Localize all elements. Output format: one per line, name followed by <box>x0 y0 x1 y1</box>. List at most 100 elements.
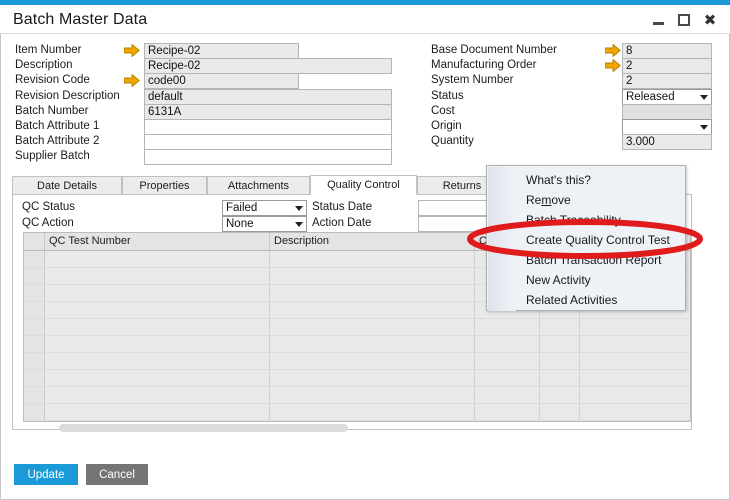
grid-column-header[interactable]: Description <box>270 233 475 250</box>
link-arrow-icon[interactable] <box>605 44 621 57</box>
field-input[interactable]: Recipe-02 <box>144 58 392 75</box>
field-input[interactable] <box>144 134 392 151</box>
field-input[interactable]: 8 <box>622 43 712 59</box>
context-menu-item[interactable]: Create Quality Control Test <box>516 230 686 250</box>
table-cell[interactable] <box>45 404 270 420</box>
table-cell[interactable] <box>45 285 270 301</box>
field-input[interactable] <box>144 119 392 135</box>
field-input[interactable]: 2 <box>622 73 712 90</box>
maximize-button[interactable] <box>672 9 696 31</box>
table-cell[interactable] <box>45 336 270 352</box>
row-selector[interactable] <box>24 319 45 335</box>
field-input[interactable]: 6131A <box>144 103 392 120</box>
link-arrow-icon[interactable] <box>124 74 140 88</box>
table-row[interactable] <box>24 387 690 404</box>
qc-status-select[interactable]: Failed <box>222 200 307 216</box>
table-cell[interactable] <box>45 370 270 386</box>
qc-action-value: None <box>226 218 254 230</box>
tab-date-details[interactable]: Date Details <box>12 176 122 195</box>
context-menu-item[interactable]: What's this? <box>516 170 686 190</box>
field-label: Origin <box>431 120 462 132</box>
table-cell[interactable] <box>270 285 475 301</box>
table-cell[interactable] <box>270 404 475 420</box>
table-cell[interactable] <box>270 268 475 284</box>
tab-quality-control[interactable]: Quality Control <box>310 175 417 195</box>
table-cell[interactable] <box>540 353 580 369</box>
close-button[interactable]: ✖ <box>698 9 722 31</box>
grid-horizontal-scrollbar[interactable] <box>59 424 348 432</box>
update-button[interactable]: Update <box>14 464 78 485</box>
minimize-button[interactable] <box>646 9 670 31</box>
row-selector[interactable] <box>24 387 45 403</box>
table-cell[interactable] <box>45 251 270 267</box>
table-cell[interactable] <box>540 404 580 420</box>
status-date-label: Status Date <box>312 201 373 213</box>
context-menu[interactable]: What's this? Remove Batch Traceability Crea… <box>486 165 686 311</box>
table-cell[interactable] <box>270 302 475 318</box>
field-input[interactable] <box>622 103 712 120</box>
table-cell[interactable] <box>45 319 270 335</box>
qc-action-select[interactable]: None <box>222 216 307 232</box>
tab-properties[interactable]: Properties <box>122 176 207 195</box>
table-cell[interactable] <box>45 268 270 284</box>
field-input[interactable]: default <box>144 88 392 105</box>
context-menu-item[interactable]: Batch Transaction Report <box>516 250 686 270</box>
row-selector[interactable] <box>24 404 45 420</box>
context-menu-item[interactable]: Related Activities <box>516 290 686 310</box>
table-cell[interactable] <box>475 387 540 403</box>
field-input[interactable]: Recipe-02 <box>144 43 299 59</box>
field-input[interactable]: 2 <box>622 58 712 75</box>
field-select[interactable]: Released <box>622 88 712 105</box>
table-cell[interactable] <box>270 353 475 369</box>
field-select[interactable] <box>622 119 712 135</box>
context-menu-item[interactable]: Remove <box>516 190 686 210</box>
context-menu-gutter <box>488 167 516 311</box>
table-cell[interactable] <box>475 336 540 352</box>
field-label: Description <box>15 59 73 72</box>
table-cell[interactable] <box>270 319 475 335</box>
row-selector[interactable] <box>24 268 45 284</box>
context-menu-item[interactable]: New Activity <box>516 270 686 290</box>
cancel-button[interactable]: Cancel <box>86 464 148 485</box>
table-cell[interactable] <box>475 370 540 386</box>
row-selector[interactable] <box>24 353 45 369</box>
table-cell[interactable] <box>540 336 580 352</box>
action-date-label: Action Date <box>312 217 372 229</box>
grid-column-header[interactable]: QC Test Number <box>45 233 270 250</box>
table-row[interactable] <box>24 353 690 370</box>
table-cell[interactable] <box>270 370 475 386</box>
table-cell[interactable] <box>540 387 580 403</box>
row-selector[interactable] <box>24 370 45 386</box>
field-input[interactable]: code00 <box>144 73 299 90</box>
row-selector[interactable] <box>24 251 45 267</box>
field-label: Base Document Number <box>431 44 557 56</box>
table-cell[interactable] <box>540 319 580 335</box>
table-cell[interactable] <box>475 353 540 369</box>
table-row[interactable] <box>24 404 690 421</box>
tab-attachments[interactable]: Attachments <box>207 176 310 195</box>
table-cell[interactable] <box>475 404 540 420</box>
row-selector[interactable] <box>24 302 45 318</box>
table-cell[interactable] <box>475 319 540 335</box>
table-cell[interactable] <box>270 251 475 267</box>
link-arrow-icon[interactable] <box>124 44 140 57</box>
link-arrow-icon[interactable] <box>605 59 621 73</box>
field-label: Quantity <box>431 135 474 148</box>
context-menu-item-label: Remove <box>526 193 571 207</box>
table-cell[interactable] <box>45 353 270 369</box>
context-menu-item-label: What's this? <box>526 173 591 187</box>
table-row[interactable] <box>24 370 690 387</box>
table-cell[interactable] <box>45 387 270 403</box>
table-row[interactable] <box>24 319 690 336</box>
table-cell[interactable] <box>45 302 270 318</box>
field-input[interactable]: 3.000 <box>622 134 712 151</box>
table-cell[interactable] <box>540 370 580 386</box>
row-selector[interactable] <box>24 336 45 352</box>
table-cell[interactable] <box>270 336 475 352</box>
field-input[interactable] <box>144 149 392 166</box>
context-menu-item[interactable]: Batch Traceability <box>516 210 686 230</box>
tab-label: Properties <box>139 179 190 192</box>
table-cell[interactable] <box>270 387 475 403</box>
table-row[interactable] <box>24 336 690 353</box>
row-selector[interactable] <box>24 285 45 301</box>
